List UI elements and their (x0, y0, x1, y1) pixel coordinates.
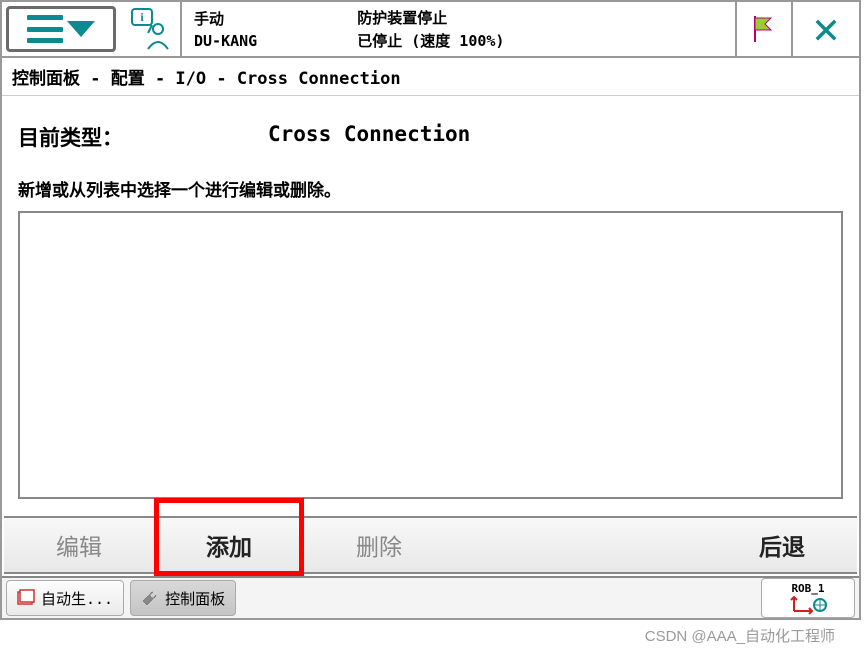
taskbar: 自动生... 控制面板 ROB_1 (2, 576, 859, 618)
delete-button[interactable]: 删除 (304, 518, 454, 572)
main-content: 目前类型： Cross Connection 新增或从列表中选择一个进行编辑或删… (2, 96, 859, 509)
status-block: 手动 DU-KANG 防护装置停止 已停止 (速度 100%) (180, 2, 735, 56)
flag-icon (751, 14, 777, 44)
taskbar-control-panel-label: 控制面板 (165, 588, 225, 609)
system-name: DU-KANG (194, 32, 257, 50)
back-button[interactable]: 后退 (707, 518, 857, 572)
current-type-value: Cross Connection (268, 122, 470, 152)
rob-unit-label: ROB_1 (791, 582, 824, 595)
current-type-label: 目前类型： (18, 122, 268, 152)
coordinate-icon (788, 595, 828, 615)
item-list[interactable] (18, 211, 843, 499)
mode-label: 手动 (194, 8, 257, 29)
button-spacer (454, 518, 707, 572)
operator-info-icon: i (128, 7, 172, 51)
guard-status: 防护装置停止 (357, 7, 504, 28)
close-button[interactable]: ✕ (791, 2, 859, 56)
watermark: CSDN @AAA_自动化工程师 (645, 625, 835, 646)
add-button[interactable]: 添加 (154, 518, 304, 572)
hint-text: 新增或从列表中选择一个进行编辑或删除。 (18, 176, 843, 201)
add-button-label: 添加 (206, 528, 252, 562)
taskbar-control-panel-button[interactable]: 控制面板 (130, 580, 236, 616)
rob-unit-button[interactable]: ROB_1 (761, 578, 855, 618)
top-bar: i 手动 DU-KANG 防护装置停止 已停止 (速度 100%) ✕ (2, 2, 859, 58)
flag-button[interactable] (735, 2, 791, 56)
wrench-icon (141, 589, 159, 607)
breadcrumb: 控制面板 - 配置 - I/O - Cross Connection (2, 58, 859, 96)
bottom-button-bar: 编辑 添加 删除 后退 (4, 516, 857, 574)
hamburger-icon (27, 15, 63, 43)
main-menu-button[interactable] (6, 6, 116, 52)
taskbar-auto-button[interactable]: 自动生... (6, 580, 124, 616)
taskbar-auto-label: 自动生... (41, 588, 113, 609)
operator-icon-button[interactable]: i (120, 2, 180, 56)
svg-text:i: i (140, 10, 144, 24)
run-status: 已停止 (速度 100%) (357, 30, 504, 51)
close-icon: ✕ (813, 7, 840, 51)
chevron-down-icon (67, 21, 95, 37)
program-icon (17, 589, 35, 607)
edit-button[interactable]: 编辑 (4, 518, 154, 572)
